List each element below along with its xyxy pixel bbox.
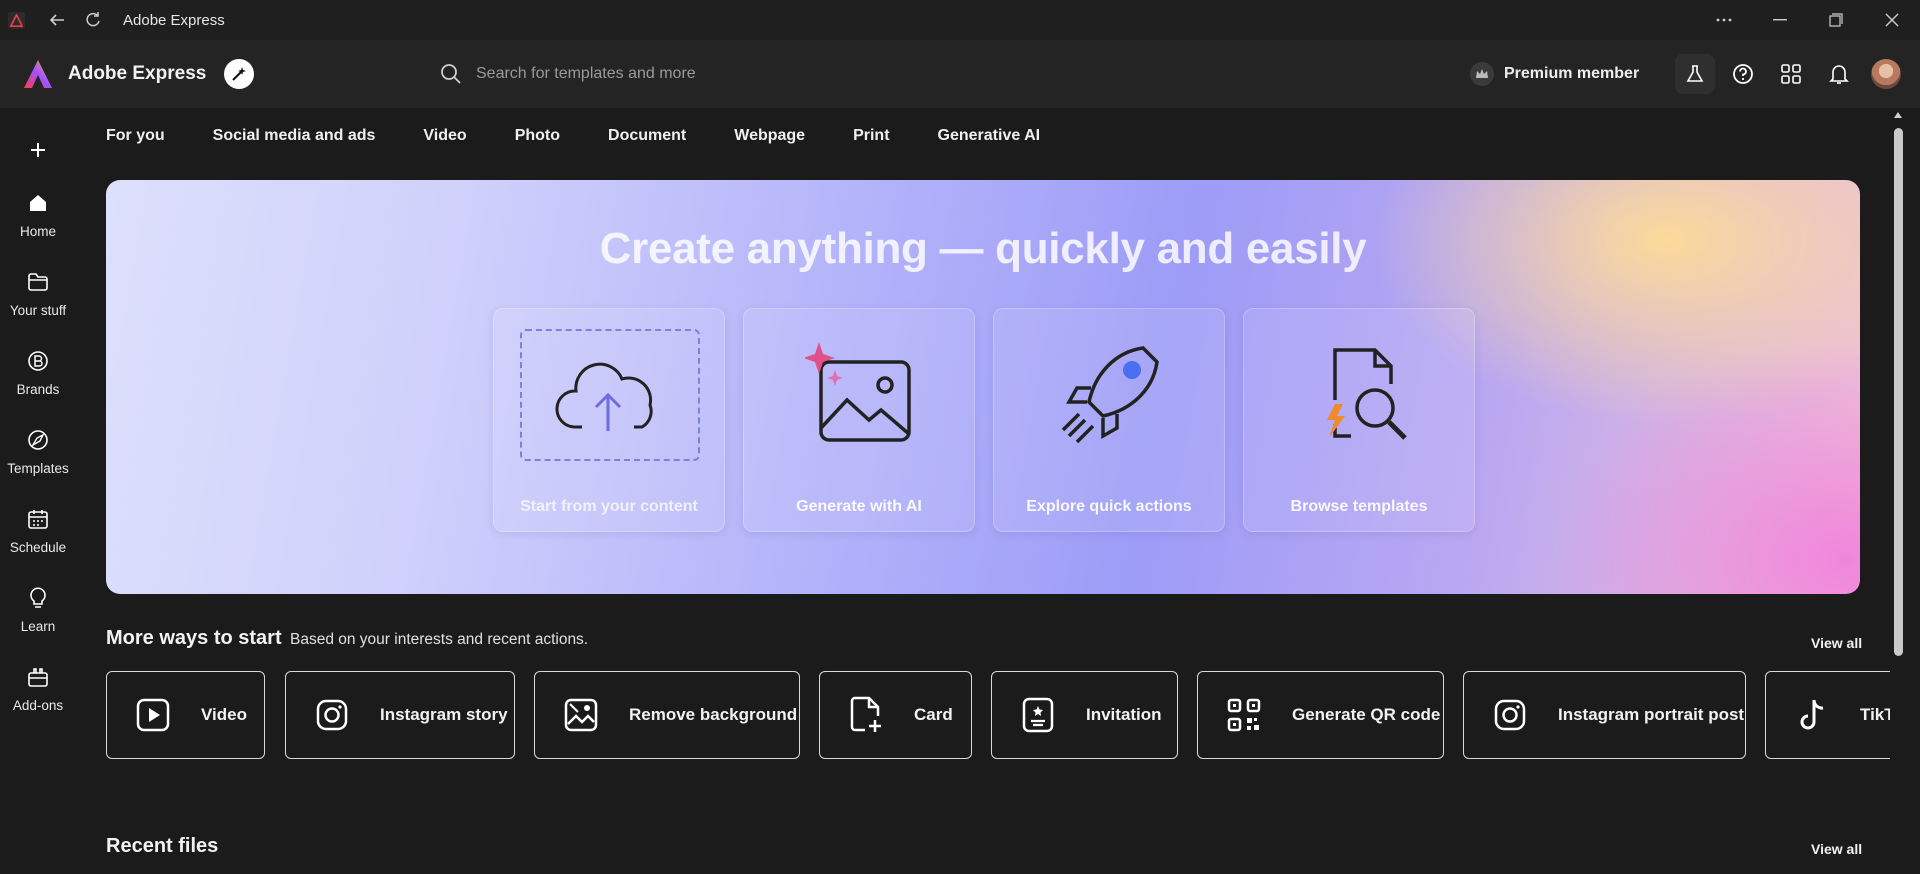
- tiktok-icon: [1792, 695, 1832, 735]
- video-play-icon: [133, 695, 173, 735]
- quick-start-remove-background[interactable]: Remove background: [534, 671, 800, 759]
- chip-label: Instagram portrait post: [1558, 705, 1745, 724]
- quick-start-card[interactable]: Card: [819, 671, 972, 759]
- chip-label: Remove background: [629, 705, 798, 724]
- recent-files-view-all-link[interactable]: View all: [1811, 841, 1862, 857]
- chip-label: Card: [914, 705, 953, 724]
- chip-label: Video: [201, 705, 247, 724]
- quick-start-invitation[interactable]: Invitation: [991, 671, 1178, 759]
- recent-files-title: Recent files: [106, 835, 219, 857]
- scroll-up-arrow-icon[interactable]: [1893, 110, 1903, 120]
- card-add-icon: [846, 695, 886, 735]
- scrollbar-thumb[interactable]: [1894, 128, 1903, 656]
- remove-background-icon: [561, 695, 601, 735]
- quick-start-instagram-story[interactable]: Instagram story: [285, 671, 515, 759]
- instagram-icon: [1490, 695, 1530, 735]
- main-scrollbar[interactable]: [1890, 108, 1906, 874]
- chip-label: TikTok: [1860, 705, 1890, 724]
- chip-label: Instagram story: [380, 705, 508, 724]
- quick-start-tiktok[interactable]: TikTok: [1765, 671, 1890, 759]
- qr-code-icon: [1224, 695, 1264, 735]
- quick-start-generate-qr-code[interactable]: Generate QR code: [1197, 671, 1444, 759]
- invitation-icon: [1018, 695, 1058, 735]
- instagram-icon: [312, 695, 352, 735]
- quick-start-row: Video Instagram story Remove background …: [0, 0, 1890, 874]
- quick-start-video[interactable]: Video: [106, 671, 265, 759]
- chip-label: Invitation: [1086, 705, 1162, 724]
- quick-start-instagram-portrait-post[interactable]: Instagram portrait post: [1463, 671, 1746, 759]
- chip-label: Generate QR code: [1292, 705, 1441, 724]
